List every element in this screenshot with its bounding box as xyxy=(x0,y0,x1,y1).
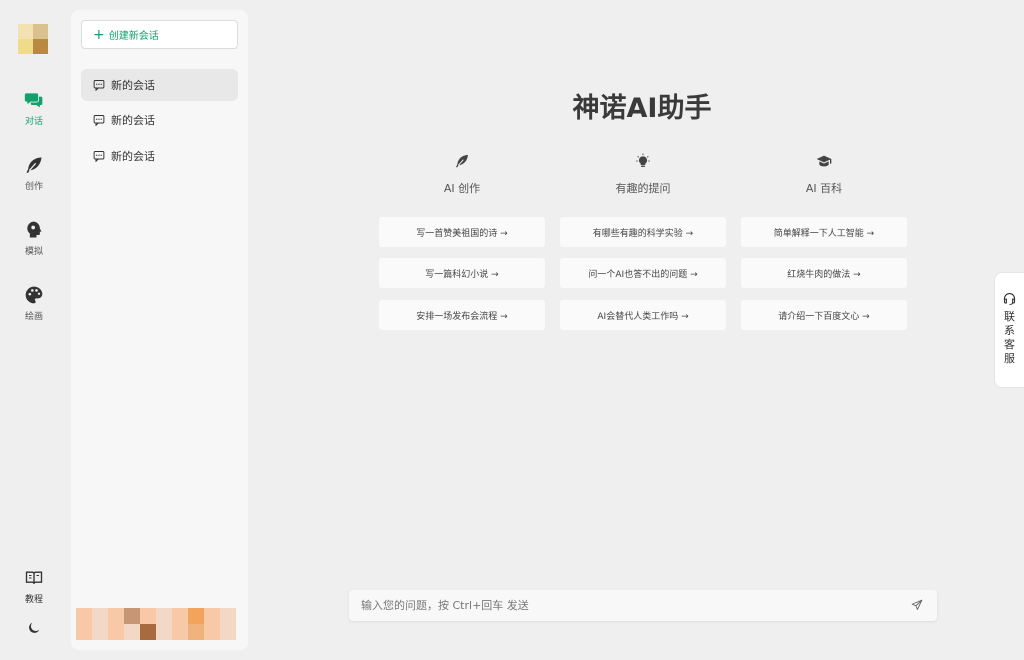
send-button[interactable] xyxy=(911,596,923,615)
chat-input-bar xyxy=(349,590,937,621)
app-logo xyxy=(18,24,48,54)
chat-input[interactable] xyxy=(361,599,911,612)
lightbulb-icon xyxy=(636,153,650,167)
prompt-card[interactable]: 安排一场发布会流程 → xyxy=(379,300,545,330)
prompt-card[interactable]: 简单解释一下人工智能 → xyxy=(741,217,907,247)
rail-item-label: 绘画 xyxy=(24,311,43,322)
rail-item-create[interactable]: 创作 xyxy=(0,151,68,195)
moon-icon xyxy=(29,622,40,633)
column-ai-encyclopedia: AI 百科 xyxy=(741,150,907,196)
prompt-card[interactable]: 红烧牛肉的做法 → xyxy=(741,258,907,288)
create-session-button[interactable]: + 创建新会话 xyxy=(81,20,238,49)
rail-item-label: 教程 xyxy=(24,594,43,605)
left-rail: 对话 创作 模拟 绘画 教程 xyxy=(0,0,68,660)
message-icon xyxy=(93,151,105,162)
user-profile-area[interactable] xyxy=(76,608,236,640)
graduation-cap-icon xyxy=(816,155,832,167)
column-ai-create: AI 创作 xyxy=(379,150,545,196)
prompt-card[interactable]: 写一首赞美祖国的诗 → xyxy=(379,217,545,247)
column-heading: 有趣的提问 xyxy=(615,182,671,195)
send-icon xyxy=(911,599,923,610)
dark-mode-toggle[interactable] xyxy=(0,606,68,650)
prompt-card[interactable]: 写一篇科幻小说 → xyxy=(379,258,545,288)
prompt-card[interactable]: 问一个AI也答不出的问题 → xyxy=(560,258,726,288)
contact-support-label: 联系客服 xyxy=(1004,310,1015,365)
rail-item-label: 对话 xyxy=(24,116,43,127)
message-icon xyxy=(93,80,105,91)
chat-bubbles-icon xyxy=(24,92,43,107)
contact-support-tab[interactable]: 联系客服 xyxy=(994,272,1024,388)
book-icon xyxy=(25,571,43,584)
column-heading: AI 创作 xyxy=(443,182,481,195)
create-session-label: 创建新会话 xyxy=(108,31,159,42)
rail-item-paint[interactable]: 绘画 xyxy=(0,281,68,325)
plus-icon: + xyxy=(93,26,105,43)
head-profile-icon xyxy=(27,221,42,237)
page-title: 神诺AI助手 xyxy=(572,93,712,124)
prompt-card[interactable]: 有哪些有趣的科学实验 → xyxy=(560,217,726,247)
rail-item-label: 创作 xyxy=(24,181,43,192)
session-item[interactable]: 新的会话 xyxy=(81,140,238,172)
prompt-card[interactable]: AI会替代人类工作吗 → xyxy=(560,300,726,330)
headset-icon xyxy=(1003,293,1016,305)
session-panel: + 创建新会话 新的会话 新的会话 新的会话 xyxy=(71,10,248,650)
rail-item-chat[interactable]: 对话 xyxy=(0,86,68,130)
feather-icon xyxy=(26,157,42,173)
session-item[interactable]: 新的会话 xyxy=(81,69,238,101)
session-title: 新的会话 xyxy=(111,79,155,92)
palette-icon xyxy=(25,286,43,303)
rail-item-tutorial[interactable]: 教程 xyxy=(0,564,68,608)
feather-icon xyxy=(456,155,468,168)
rail-item-label: 模拟 xyxy=(24,246,43,257)
prompt-card[interactable]: 请介绍一下百度文心 → xyxy=(741,300,907,330)
rail-item-simulate[interactable]: 模拟 xyxy=(0,216,68,260)
column-heading: AI 百科 xyxy=(805,182,843,195)
session-item[interactable]: 新的会话 xyxy=(81,104,238,136)
session-title: 新的会话 xyxy=(111,114,155,127)
session-title: 新的会话 xyxy=(111,150,155,163)
column-fun-questions: 有趣的提问 xyxy=(560,150,726,196)
message-icon xyxy=(93,115,105,126)
